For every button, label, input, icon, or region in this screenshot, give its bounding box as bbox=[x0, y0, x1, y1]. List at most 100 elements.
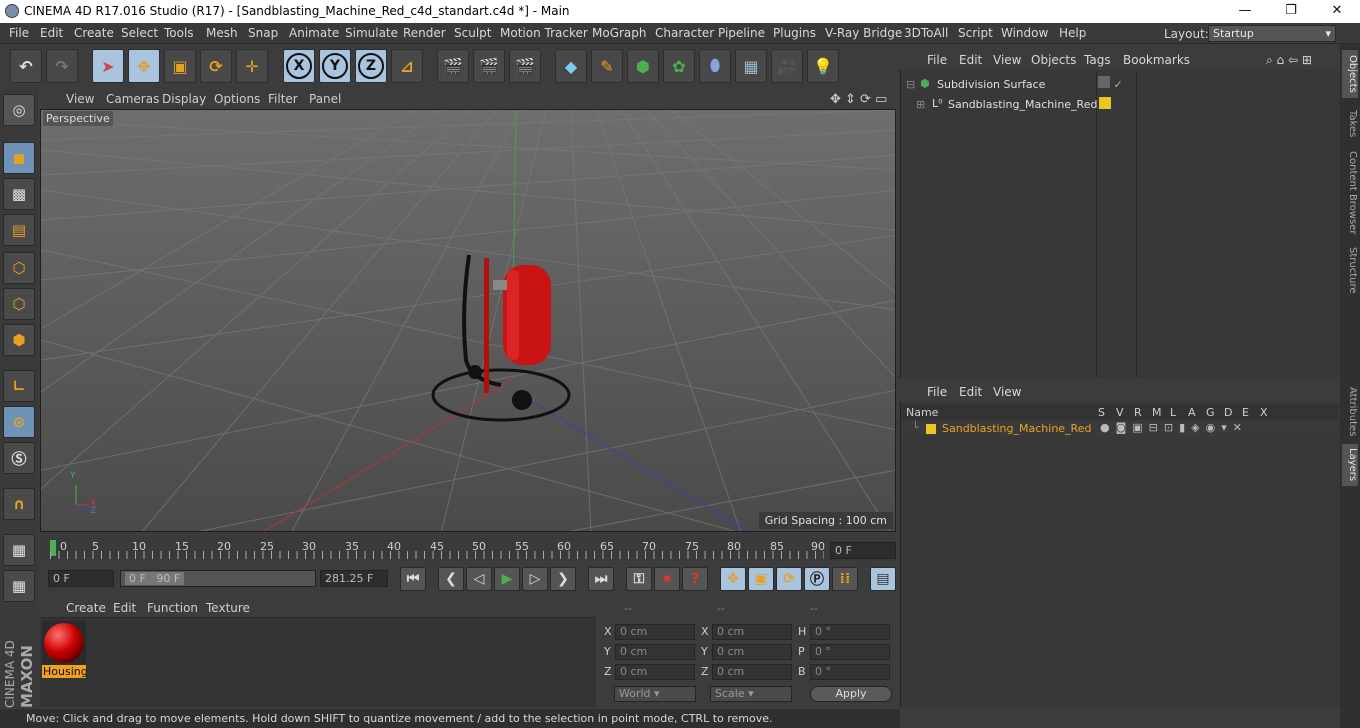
coordinate-system-button[interactable]: ⊿ bbox=[391, 49, 423, 83]
key-pla-button[interactable]: ⁞⁞ bbox=[832, 567, 858, 591]
layer-menu-edit[interactable]: Edit bbox=[959, 385, 982, 399]
deformer-button[interactable]: ⬮ bbox=[699, 49, 731, 83]
frame-range-slider[interactable]: 0 F 90 F bbox=[120, 570, 316, 587]
size-z-field[interactable]: 0 cm bbox=[712, 664, 792, 680]
object-row-machine[interactable]: ⊞ L⁰ Sandblasting_Machine_Red bbox=[904, 96, 1097, 114]
workplane-snap-button[interactable]: ▦ bbox=[3, 570, 35, 602]
menu-animate[interactable]: Animate bbox=[289, 26, 339, 40]
live-selection-button[interactable]: ➤ bbox=[92, 49, 124, 83]
workplane-button[interactable]: ▤ bbox=[3, 214, 35, 246]
maximize-button[interactable]: ❐ bbox=[1268, 0, 1314, 23]
size-x-field[interactable]: 0 cm bbox=[712, 624, 792, 640]
tab-objects[interactable]: Objects bbox=[1342, 50, 1358, 98]
menu-script[interactable]: Script bbox=[958, 26, 993, 40]
rotate-tool-button[interactable]: ⟳ bbox=[200, 49, 232, 83]
next-key-button[interactable]: ❯ bbox=[550, 567, 576, 591]
menu-help[interactable]: Help bbox=[1059, 26, 1086, 40]
autokey-button[interactable]: ⏺ bbox=[654, 567, 680, 591]
object-menu-objects[interactable]: Objects bbox=[1031, 53, 1076, 67]
object-menu-bookmarks[interactable]: Bookmarks bbox=[1123, 53, 1190, 67]
timeline[interactable] bbox=[40, 537, 896, 561]
go-to-start-button[interactable]: ⏮ bbox=[400, 567, 426, 591]
menu-vray-bridge[interactable]: V-Ray Bridge bbox=[825, 26, 902, 40]
object-menu-view[interactable]: View bbox=[993, 53, 1021, 67]
layer-row[interactable]: └ Sandblasting_Machine_Red ●◙▣⊟⊡▮◈◉▾✕ bbox=[902, 421, 1338, 437]
menu-render[interactable]: Render bbox=[403, 26, 446, 40]
key-param-button[interactable]: Ⓟ bbox=[804, 567, 830, 591]
cloner-button[interactable]: ✿ bbox=[663, 49, 695, 83]
workplane-lock-button[interactable]: ▦ bbox=[3, 534, 35, 566]
menu-tools[interactable]: Tools bbox=[164, 26, 194, 40]
model-mode-button[interactable]: ◼ bbox=[3, 142, 35, 174]
material-menu-function[interactable]: Function bbox=[147, 601, 198, 615]
solo-button[interactable]: Ⓢ bbox=[3, 442, 35, 474]
texture-mode-button[interactable]: ▩ bbox=[3, 178, 35, 210]
material-swatch-housing[interactable]: Housing bbox=[42, 621, 86, 679]
viewport-menu-cameras[interactable]: Cameras bbox=[106, 92, 159, 106]
key-position-button[interactable]: ✥ bbox=[720, 567, 746, 591]
go-to-end-button[interactable]: ⏭ bbox=[588, 567, 614, 591]
polygons-mode-button[interactable]: ⬢ bbox=[3, 324, 35, 356]
size-y-field[interactable]: 0 cm bbox=[712, 644, 792, 660]
next-frame-button[interactable]: ▷ bbox=[522, 567, 548, 591]
cube-button[interactable]: ◆ bbox=[555, 49, 587, 83]
snap-button[interactable]: ∩ bbox=[3, 488, 35, 520]
menu-sculpt[interactable]: Sculpt bbox=[454, 26, 491, 40]
move-tool-button[interactable]: ✥ bbox=[128, 49, 160, 83]
menu-3dtoall[interactable]: 3DToAll bbox=[904, 26, 948, 40]
rot-p-field[interactable]: 0 ° bbox=[810, 644, 890, 660]
y-axis-button[interactable]: Y bbox=[319, 49, 351, 83]
tweak-mode-button[interactable]: ⊙ bbox=[3, 406, 35, 438]
viewport-menu-filter[interactable]: Filter bbox=[268, 92, 298, 106]
menu-simulate[interactable]: Simulate bbox=[345, 26, 398, 40]
end-frame-field[interactable]: 281.25 F bbox=[320, 570, 388, 587]
layer-menu-file[interactable]: File bbox=[927, 385, 947, 399]
spline-pen-button[interactable]: ✎ bbox=[591, 49, 623, 83]
menu-create[interactable]: Create bbox=[74, 26, 114, 40]
x-axis-button[interactable]: X bbox=[283, 49, 315, 83]
layout-select[interactable]: Startup ▾ bbox=[1208, 25, 1336, 42]
material-menu-create[interactable]: Create bbox=[66, 601, 106, 615]
keyframe-selection-button[interactable]: ? bbox=[682, 567, 708, 591]
key-rotation-button[interactable]: ⟳ bbox=[776, 567, 802, 591]
tab-layers[interactable]: Layers bbox=[1342, 444, 1358, 486]
menu-window[interactable]: Window bbox=[1001, 26, 1048, 40]
menu-motion-tracker[interactable]: Motion Tracker bbox=[500, 26, 588, 40]
viewport-nav-icons[interactable]: ✥ ⇕ ⟳ ▭ bbox=[830, 92, 887, 107]
subdivision-tags[interactable]: ✓ bbox=[1098, 76, 1128, 92]
menu-plugins[interactable]: Plugins bbox=[773, 26, 816, 40]
key-scale-button[interactable]: ▣ bbox=[748, 567, 774, 591]
rot-h-field[interactable]: 0 ° bbox=[810, 624, 890, 640]
menu-snap[interactable]: Snap bbox=[248, 26, 278, 40]
viewport-menu-options[interactable]: Options bbox=[214, 92, 260, 106]
object-menu-edit[interactable]: Edit bbox=[959, 53, 982, 67]
close-button[interactable]: ✕ bbox=[1314, 0, 1360, 23]
play-button[interactable]: ▶ bbox=[494, 567, 520, 591]
record-keys-button[interactable]: ⚿ bbox=[626, 567, 652, 591]
scale-select[interactable]: Scale ▾ bbox=[710, 686, 792, 702]
render-picture-viewer-button[interactable]: 🎬 bbox=[473, 49, 505, 83]
pos-x-field[interactable]: 0 cm bbox=[615, 624, 695, 640]
menu-mesh[interactable]: Mesh bbox=[206, 26, 238, 40]
object-menu-tags[interactable]: Tags bbox=[1084, 53, 1111, 67]
layer-toggle-icons[interactable]: ●◙▣⊟⊡▮◈◉▾✕ bbox=[1100, 421, 1248, 434]
material-menu-edit[interactable]: Edit bbox=[113, 601, 136, 615]
object-menu-file[interactable]: File bbox=[927, 53, 947, 67]
light-button[interactable]: 💡 bbox=[807, 49, 839, 83]
minimize-button[interactable]: — bbox=[1222, 0, 1268, 23]
viewport-menu-display[interactable]: Display bbox=[162, 92, 206, 106]
start-frame-field[interactable]: 0 F bbox=[48, 570, 114, 587]
tab-attributes[interactable]: Attributes bbox=[1342, 384, 1358, 440]
layer-color-swatch[interactable] bbox=[1099, 97, 1111, 109]
layer-color-icon[interactable] bbox=[926, 424, 936, 434]
rot-b-field[interactable]: 0 ° bbox=[810, 664, 890, 680]
render-view-button[interactable]: 🎬 bbox=[437, 49, 469, 83]
prev-frame-button[interactable]: ◁ bbox=[466, 567, 492, 591]
timeline-window-button[interactable]: ▤ bbox=[870, 567, 896, 591]
object-nav-icons[interactable]: ⌕ ⌂ ⇦ ⊞ bbox=[1266, 53, 1312, 68]
floor-button[interactable]: ▦ bbox=[735, 49, 767, 83]
menu-character[interactable]: Character bbox=[655, 26, 714, 40]
tab-takes[interactable]: Takes bbox=[1342, 104, 1358, 144]
tab-structure[interactable]: Structure bbox=[1342, 242, 1358, 298]
tab-content-browser[interactable]: Content Browser bbox=[1342, 148, 1358, 238]
